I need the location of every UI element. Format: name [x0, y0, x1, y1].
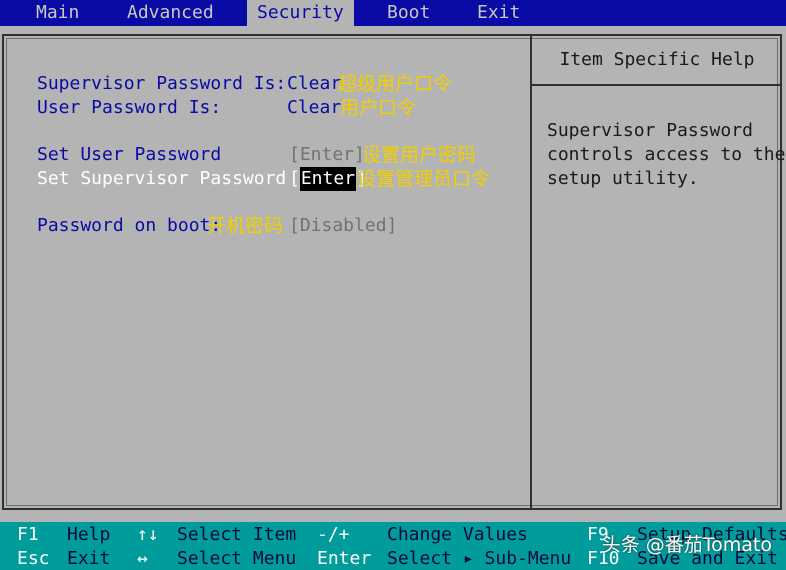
key-esc: Esc [17, 548, 50, 569]
password-on-boot-annotation: 开机密码 [207, 215, 284, 237]
watermark: 头条 @番茄Tomato [601, 534, 772, 556]
supervisor-password-status-value: Clear [287, 73, 342, 94]
menu-tab-security[interactable]: Security [247, 0, 354, 26]
arrows-up-down-icon: ↑↓ [137, 524, 159, 545]
user-password-status-value: Clear [287, 97, 342, 118]
key-sub-menu-desc: Select ▸ Sub-Menu [387, 548, 572, 569]
user-password-status-label: User Password Is: [37, 97, 222, 118]
key-select-menu-desc: Select Menu [177, 548, 297, 569]
help-title: Item Specific Help [559, 49, 755, 70]
supervisor-password-status-label: Supervisor Password Is: [37, 73, 287, 94]
password-on-boot-value[interactable]: [Disabled] [289, 214, 397, 238]
help-text-line-1: Supervisor Password [547, 120, 753, 141]
key-change-values-desc: Change Values [387, 524, 528, 545]
menu-tab-main[interactable]: Main [36, 0, 79, 26]
set-supervisor-password-annotation: 设置管理员口令 [357, 168, 491, 190]
set-user-password-item[interactable]: Set User Password [37, 143, 221, 167]
help-text-line-2: controls access to the [547, 144, 786, 165]
set-user-password-annotation: 设置用户密码 [362, 144, 477, 166]
menu-tab-advanced[interactable]: Advanced [127, 0, 214, 26]
key-f1: F1 [17, 524, 39, 545]
password-on-boot-label[interactable]: Password on boot: [37, 214, 221, 238]
set-user-password-value[interactable]: [Enter] [289, 143, 365, 167]
panel-divider [530, 36, 532, 508]
key-f1-desc: Help [67, 524, 111, 545]
help-text-line-3: setup utility. [547, 168, 699, 189]
supervisor-password-annotation: 超级用户口令 [338, 73, 453, 95]
key-select-item-desc: Select Item [177, 524, 297, 545]
key-enter: Enter [317, 548, 372, 569]
user-password-annotation: 用户口令 [340, 97, 417, 119]
menu-tab-boot[interactable]: Boot [387, 0, 430, 26]
enter-highlight: Enter [299, 167, 357, 191]
help-title-divider [532, 84, 782, 86]
key-minus-plus: -/+ [317, 524, 350, 545]
key-esc-desc: Exit [67, 548, 111, 569]
set-supervisor-password-value[interactable]: [Enter] [289, 167, 367, 191]
menu-bar: Main Advanced Security Boot Exit [0, 0, 786, 26]
menu-tab-exit[interactable]: Exit [477, 0, 520, 26]
enter-bracket-open: [ [289, 168, 300, 189]
set-supervisor-password-item[interactable]: Set Supervisor Password [37, 167, 286, 191]
arrows-left-right-icon: ↔ [137, 548, 148, 569]
